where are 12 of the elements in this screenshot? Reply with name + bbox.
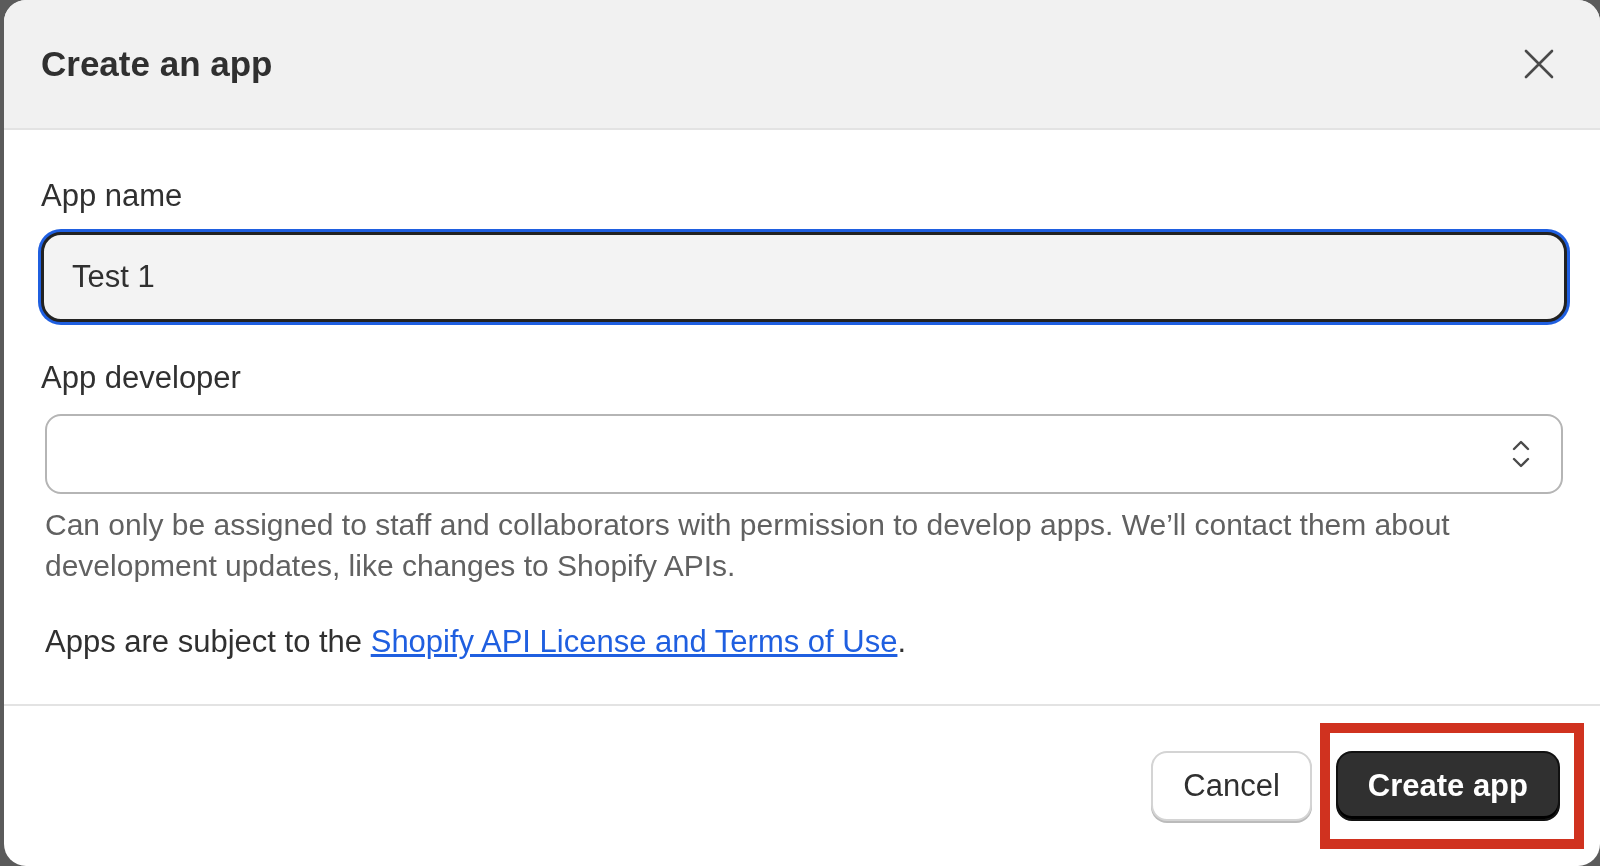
create-button[interactable]: Create app — [1335, 751, 1560, 821]
terms-link[interactable]: Shopify API License and Terms of Use — [370, 624, 898, 659]
cancel-button[interactable]: Cancel — [1151, 751, 1312, 821]
help-text: Can only be assigned to staff and collaborators with permission to develop apps. We’ll contact them about development updates, like changes to Shopify APIs. — [45, 507, 1451, 584]
field-label: App name — [41, 178, 184, 214]
field-label: App developer — [41, 360, 242, 396]
terms-text: Apps are subject to the Shopify API License and Terms of Use. — [45, 624, 908, 660]
input-field[interactable]: Test 1 — [41, 232, 1567, 322]
chevron-icon — [1511, 438, 1531, 470]
dialog-title: Create an app — [41, 44, 273, 84]
close-icon[interactable] — [1524, 49, 1554, 79]
select-field[interactable] — [45, 414, 1563, 494]
